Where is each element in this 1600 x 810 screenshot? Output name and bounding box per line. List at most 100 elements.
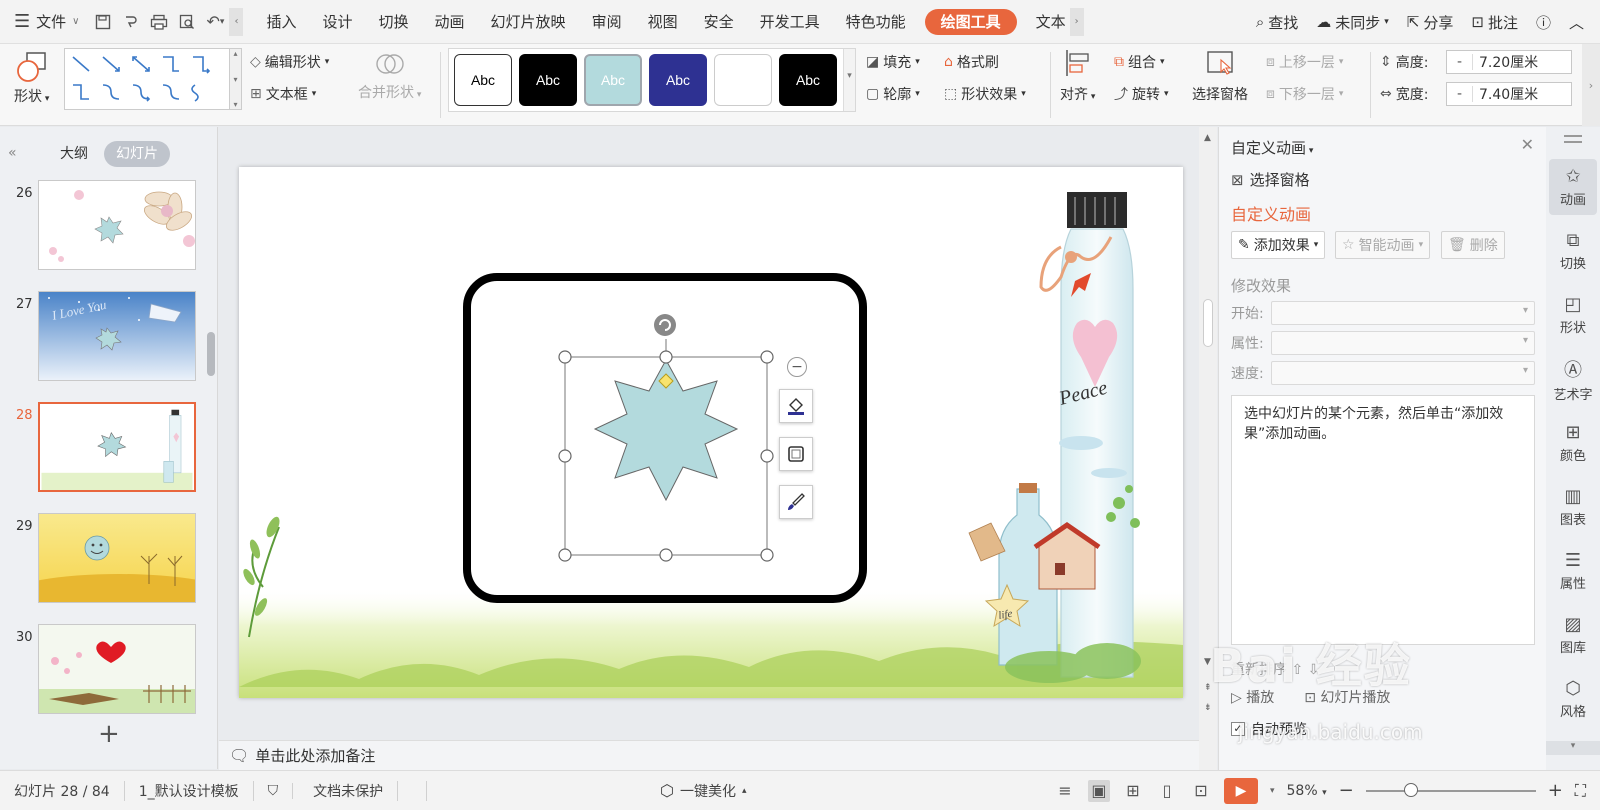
delete-button[interactable]: 🗑 删除 [1441, 231, 1505, 259]
merge-shape-button[interactable]: 合并形状 ▾ [358, 50, 421, 102]
tab-slides[interactable]: 幻灯片 [104, 141, 170, 167]
gallery-scroll[interactable]: ▴ ▾ ▾ [229, 49, 241, 109]
sidebar-item-style[interactable]: ⬡ 风格 [1549, 671, 1597, 727]
sorter-view-icon[interactable]: ⊞ [1122, 780, 1144, 802]
tab-outline[interactable]: 大纲 [48, 141, 100, 167]
tab-view[interactable]: 视图 [635, 0, 691, 44]
ribbon-scroll-right[interactable]: › [1582, 44, 1600, 126]
play-slideshow-button[interactable]: ▶ [1223, 777, 1258, 804]
zoom-slider[interactable] [1365, 782, 1536, 797]
print-preview-icon[interactable] [173, 8, 201, 36]
send-backward-button[interactable]: ⧈ 下移一层 ▾ [1266, 84, 1343, 104]
style-option-black[interactable]: Abc [519, 54, 577, 106]
template-name[interactable]: 1_默认设计模板 [139, 780, 254, 801]
add-effect-button[interactable]: ✎ 添加效果 ▾ [1231, 231, 1326, 259]
speed-select[interactable] [1271, 361, 1535, 385]
height-input[interactable]: -7.20厘米 [1446, 50, 1572, 74]
sidebar-item-shape[interactable]: ◰ 形状 [1549, 287, 1597, 343]
tab-drawing-tools[interactable]: 绘图工具 [924, 8, 1017, 35]
zoom-level[interactable]: 58% ▾ [1287, 783, 1327, 799]
bring-forward-button[interactable]: ⧈ 上移一层 ▾ [1266, 52, 1343, 72]
quick-style-button[interactable] [779, 485, 813, 519]
tab-insert[interactable]: 插入 [253, 0, 309, 44]
slide-thumbnail[interactable] [38, 180, 196, 270]
search-button[interactable]: ⌕ 查找 [1256, 12, 1298, 33]
tab-features[interactable]: 特色功能 [833, 0, 919, 44]
export-icon[interactable] [117, 8, 145, 36]
tab-security[interactable]: 安全 [691, 0, 747, 44]
save-icon[interactable] [89, 8, 117, 36]
style-option-white[interactable]: Abc [454, 54, 512, 106]
tab-animation[interactable]: 动画 [422, 0, 478, 44]
collapse-panel-icon[interactable]: « [8, 145, 17, 161]
align-button[interactable]: 对齐 ▾ [1060, 48, 1095, 104]
presenter-view-icon[interactable]: ⊡ [1190, 780, 1212, 802]
selection-pane-link[interactable]: ⊠ 选择窗格 [1231, 169, 1310, 190]
sidebar-item-transition[interactable]: ⧉ 切换 [1549, 223, 1597, 279]
selection-pane-button[interactable]: 选择窗格 [1192, 48, 1248, 104]
height-decrement[interactable]: - [1447, 54, 1473, 70]
beautify-button[interactable]: ⬡ 一键美化 ▴ [660, 781, 747, 801]
style-option-blank[interactable] [714, 54, 772, 106]
tab-review[interactable]: 审阅 [579, 0, 635, 44]
play-options-icon[interactable]: ▾ [1270, 786, 1275, 796]
outline-button[interactable]: ▢ 轮廓 ▾ [866, 84, 920, 104]
slide-thumbnail[interactable] [38, 624, 196, 714]
rotate-button[interactable]: ⤴ 旋转 ▾ [1114, 84, 1169, 104]
animation-list[interactable]: 选中幻灯片的某个元素，然后单击“添加效果”添加动画。 [1231, 395, 1535, 645]
width-decrement[interactable]: - [1447, 86, 1473, 102]
style-option-black-2[interactable]: Abc [779, 54, 837, 106]
shape-effects-button[interactable]: ⬚ 形状效果 ▾ [944, 84, 1026, 104]
slide-thumbnail-selected[interactable] [38, 402, 196, 492]
canvas-scroll-thumb[interactable] [1203, 299, 1213, 347]
comment-button[interactable]: ⊡ 批注 [1471, 12, 1518, 33]
quick-fill-button[interactable] [779, 389, 813, 423]
tabs-scroll-right[interactable]: › [1069, 7, 1084, 36]
close-icon[interactable]: ✕ [1521, 135, 1534, 154]
tab-slideshow[interactable]: 幻灯片放映 [478, 0, 579, 44]
smart-animation-button[interactable]: ☆ 智能动画 ▾ [1335, 231, 1431, 259]
zoom-slider-knob[interactable] [1403, 782, 1418, 797]
current-slide[interactable]: Peace life − [239, 167, 1183, 698]
collapse-ribbon-icon[interactable]: ︿ [1569, 12, 1584, 33]
sidebar-item-gallery[interactable]: ▨ 图库 [1549, 607, 1597, 663]
tabs-scroll-left[interactable]: ‹ [229, 7, 244, 36]
style-option-lightblue[interactable]: Abc [584, 54, 642, 106]
panel-title[interactable]: 自定义动画 ▾ [1231, 137, 1313, 158]
minus-circle-icon[interactable]: − [787, 357, 807, 377]
sidebar-item-color[interactable]: ⊞ 颜色 [1549, 415, 1597, 471]
slide-panel-scrollbar[interactable] [207, 332, 215, 376]
tab-transition[interactable]: 切换 [366, 0, 422, 44]
property-select[interactable] [1271, 331, 1535, 355]
add-slide-icon[interactable]: + [98, 719, 120, 749]
undo-icon[interactable]: ↶ ▾ [201, 8, 229, 36]
notes-area[interactable]: 🗨 单击此处添加备注 [219, 740, 1199, 770]
slide-thumbnail[interactable] [38, 513, 196, 603]
sidebar-item-chart[interactable]: ▥ 图表 [1549, 479, 1597, 535]
style-option-darkblue[interactable]: Abc [649, 54, 707, 106]
sidebar-item-wordart[interactable]: Ⓐ 艺术字 [1549, 351, 1597, 407]
textbox-button[interactable]: ⊞ 文本框 ▾ [250, 84, 316, 104]
style-gallery-more[interactable]: ▾ [843, 49, 855, 111]
width-input[interactable]: -7.40厘米 [1446, 82, 1572, 106]
group-button[interactable]: ⧉ 组合 ▾ [1114, 52, 1165, 72]
sidebar-scroll-down[interactable]: ▾ [1546, 741, 1600, 755]
tab-developer[interactable]: 开发工具 [747, 0, 833, 44]
notes-view-icon[interactable]: ≡ [1054, 780, 1076, 802]
format-painter-button[interactable]: ⌂ 格式刷 [944, 52, 999, 72]
shape-button[interactable]: 形状 ▾ [14, 50, 49, 106]
help-icon[interactable]: ⓘ [1536, 12, 1551, 33]
sync-button[interactable]: ☁ 未同步 ▾ [1316, 12, 1389, 33]
print-icon[interactable] [145, 8, 173, 36]
share-button[interactable]: ⇱ 分享 [1407, 12, 1454, 33]
file-menu[interactable]: ☰ 文件 ∨ [0, 11, 89, 32]
sidebar-item-properties[interactable]: ☰ 属性 [1549, 543, 1597, 599]
protection-status[interactable]: ⛉ 文档未保护 [268, 780, 428, 801]
shape-gallery[interactable]: ▴ ▾ ▾ [64, 48, 242, 110]
tab-design[interactable]: 设计 [310, 0, 366, 44]
reading-view-icon[interactable]: ▯ [1156, 780, 1178, 802]
zoom-out-icon[interactable]: − [1339, 780, 1354, 801]
fill-button[interactable]: ◪ 填充 ▾ [866, 52, 920, 72]
edit-shape-button[interactable]: ◇ 编辑形状 ▾ [250, 52, 329, 72]
tab-text[interactable]: 文本 [1023, 0, 1070, 44]
